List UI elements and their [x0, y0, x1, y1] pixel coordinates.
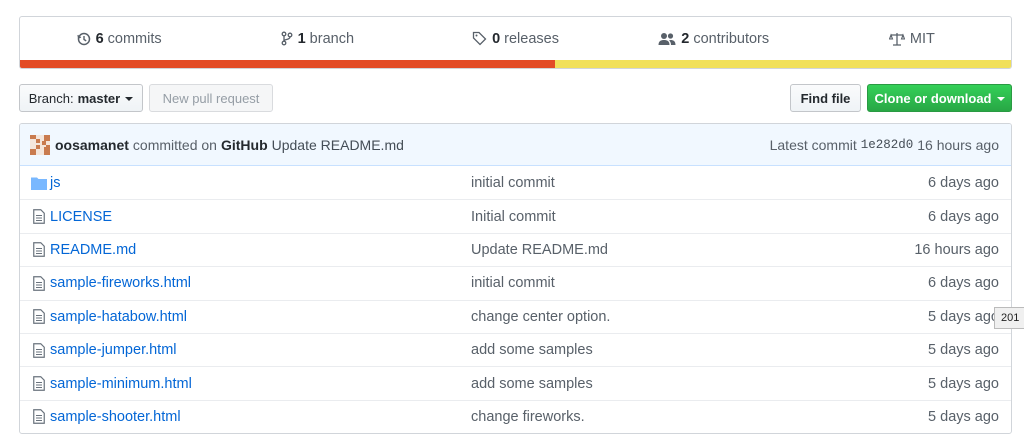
file-name-link[interactable]: sample-hatabow.html	[50, 309, 471, 325]
file-commit-message-link[interactable]: change fireworks.	[471, 409, 928, 425]
file-row: LICENSE Initial commit 6 days ago	[20, 199, 1011, 232]
file-commit-message-link[interactable]: Initial commit	[471, 209, 928, 225]
latest-commit-bar: oosamanet committed on GitHub Update REA…	[20, 124, 1011, 166]
file-row: sample-fireworks.html initial commit 6 day…	[20, 266, 1011, 299]
caret-down-icon	[125, 96, 134, 101]
file-commit-age: 5 days ago	[928, 408, 999, 425]
commits-label: commits	[107, 30, 162, 47]
latest-commit-label: Latest commit	[769, 136, 857, 153]
file-row: js initial commit 6 days ago	[20, 166, 1011, 199]
branches-count: 1	[297, 30, 306, 47]
people-icon	[658, 32, 676, 46]
commit-author-link[interactable]: oosamanet	[55, 137, 129, 153]
file-name-link[interactable]: LICENSE	[50, 209, 471, 225]
file-row: sample-shooter.html change fireworks. 5 da…	[20, 399, 1011, 433]
file-icon	[20, 276, 50, 291]
file-table: oosamanet committed on GitHub Update REA…	[19, 123, 1012, 435]
releases-label: releases	[504, 30, 559, 47]
tooltip: 201	[994, 307, 1024, 329]
history-icon	[76, 32, 91, 46]
file-commit-message-link[interactable]: add some samples	[471, 376, 928, 392]
language-bar[interactable]	[20, 60, 1011, 68]
license-label: MIT	[909, 30, 935, 47]
file-icon	[20, 342, 50, 358]
commit-age: 16 hours ago	[917, 136, 999, 153]
file-commit-age: 6 days ago	[928, 208, 999, 225]
file-commit-message-link[interactable]: add some samples	[471, 342, 928, 358]
file-icon	[20, 242, 50, 258]
file-name-link[interactable]: js	[50, 175, 471, 191]
committer-name: GitHub	[220, 136, 268, 153]
clone-label: Clone or download	[874, 90, 992, 106]
file-commit-age: 5 days ago	[928, 342, 999, 359]
language-segment[interactable]	[555, 60, 1011, 68]
contributors-label: contributors	[693, 30, 770, 47]
file-commit-message-link[interactable]: initial commit	[471, 175, 928, 191]
file-commit-message-link[interactable]: change center option.	[471, 309, 928, 325]
file-icon	[20, 409, 50, 425]
tag-icon	[472, 31, 487, 46]
file-name-link[interactable]: sample-minimum.html	[50, 376, 471, 392]
branch-select-button[interactable]: Branch: master	[19, 84, 143, 112]
file-row: sample-minimum.html add some samples 5 day…	[20, 366, 1011, 399]
find-file-label: Find file	[800, 90, 851, 106]
license-link[interactable]: MIT	[813, 31, 1011, 47]
releases-link[interactable]: 0 releases	[416, 31, 614, 47]
file-commit-age: 5 days ago	[928, 308, 999, 325]
file-commit-age: 16 hours ago	[914, 241, 999, 258]
file-icon	[20, 309, 50, 325]
commit-sha-link[interactable]: 1e282d0	[861, 138, 914, 152]
file-icon	[20, 209, 50, 224]
file-name-link[interactable]: sample-jumper.html	[50, 342, 471, 358]
new-pull-request-button[interactable]: New pull request	[149, 84, 273, 112]
file-name-link[interactable]: sample-fireworks.html	[50, 275, 471, 291]
file-commit-message-link[interactable]: Update README.md	[471, 242, 914, 258]
file-commit-age: 5 days ago	[928, 375, 999, 392]
clone-or-download-button[interactable]: Clone or download	[867, 84, 1012, 112]
file-name-link[interactable]: sample-shooter.html	[50, 409, 471, 425]
language-segment[interactable]	[20, 60, 556, 68]
caret-down-icon	[996, 96, 1005, 101]
file-row: sample-jumper.html add some samples 5 days…	[20, 332, 1011, 366]
branch-icon	[281, 31, 293, 46]
folder-icon	[20, 176, 50, 190]
file-commit-age: 6 days ago	[928, 275, 999, 292]
file-list: js initial commit 6 days ago LICENSE Initial…	[20, 166, 1011, 433]
file-name-link[interactable]: README.md	[50, 242, 471, 258]
branch-name: master	[77, 90, 121, 106]
branch-prefix: Branch:	[28, 90, 74, 106]
commits-count: 6	[95, 30, 104, 47]
committed-on-label: committed on	[132, 136, 217, 153]
law-icon	[888, 32, 905, 46]
file-icon	[20, 376, 50, 391]
find-file-button[interactable]: Find file	[790, 84, 861, 112]
file-commit-age: 6 days ago	[928, 174, 999, 191]
releases-count: 0	[492, 30, 501, 47]
new-pull-request-label: New pull request	[162, 90, 260, 106]
avatar[interactable]	[30, 134, 50, 155]
commit-message-link[interactable]: Update README.md	[272, 137, 404, 153]
contributors-count: 2	[681, 30, 690, 47]
file-commit-message-link[interactable]: initial commit	[471, 275, 928, 291]
file-row: README.md Update README.md 16 hours ago	[20, 232, 1011, 266]
repo-summary: 6 commits 1 branch 0 releases 2 contribu…	[19, 16, 1012, 69]
branches-label: branch	[309, 30, 355, 47]
branches-link[interactable]: 1 branch	[218, 31, 416, 47]
file-row: sample-hatabow.html change center option.…	[20, 299, 1011, 333]
commits-link[interactable]: 6 commits	[20, 31, 218, 47]
contributors-link[interactable]: 2 contributors	[615, 31, 813, 47]
